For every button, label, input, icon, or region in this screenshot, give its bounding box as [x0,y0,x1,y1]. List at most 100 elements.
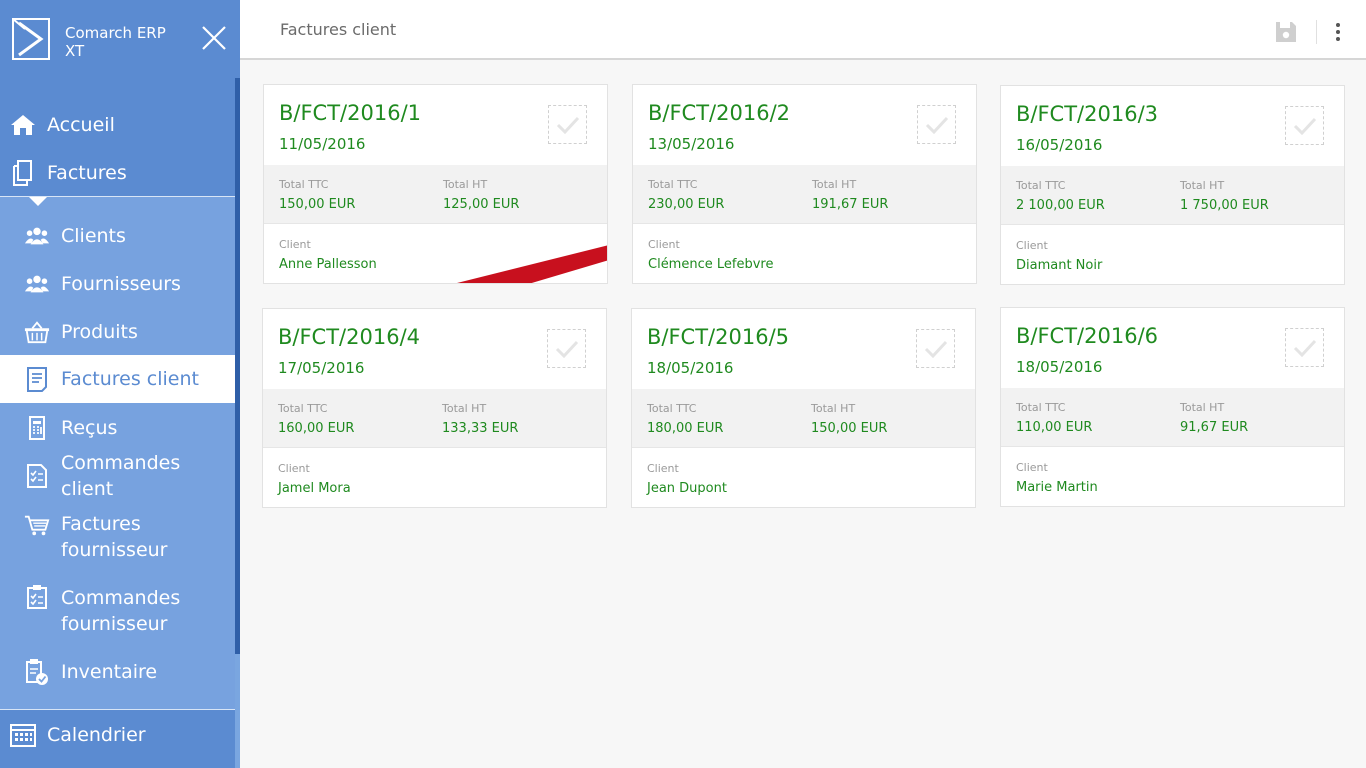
total-ht-value: 91,67 EUR [1180,420,1249,435]
total-ht-label: Total HT [1180,179,1225,192]
invoice-card[interactable]: B/FCT/2016/5 18/05/2016 Total TTC 180,00… [631,308,976,508]
totals-section: Total TTC 160,00 EUR Total HT 133,33 EUR [263,389,606,448]
nav-item-factures-client[interactable]: Factures client [0,355,235,403]
top-bar: Factures client [240,0,1366,60]
invoice-number: B/FCT/2016/2 [648,101,791,125]
check-icon [924,340,947,358]
total-ht-label: Total HT [442,402,487,415]
select-checkbox[interactable] [1285,106,1324,145]
clipboard-icon [24,584,50,610]
totals-section: Total TTC 2 100,00 EUR Total HT 1 750,00… [1001,166,1344,225]
client-name: Anne Pallesson [279,257,377,272]
invoice-date: 13/05/2016 [648,135,735,153]
nav-item-clients[interactable]: Clients [0,222,235,250]
invoice-number: B/FCT/2016/4 [278,325,421,349]
invoice-date: 18/05/2016 [647,359,734,377]
invoice-card[interactable]: B/FCT/2016/1 11/05/2016 Total TTC 150,00… [263,84,608,284]
home-icon [10,112,36,138]
invoice-number: B/FCT/2016/5 [647,325,790,349]
total-ht-value: 1 750,00 EUR [1180,198,1269,213]
nav-item-label: Reçus [61,417,118,439]
total-ttc-value: 150,00 EUR [279,197,356,212]
select-checkbox[interactable] [917,105,956,144]
client-name: Marie Martin [1016,480,1098,495]
check-icon [1293,117,1316,135]
sidebar: Comarch ERP XT Accueil Factures Clients … [0,0,240,768]
nav-item-fournisseurs[interactable]: Fournisseurs [0,270,235,298]
basket-icon [24,319,50,345]
total-ht-value: 191,67 EUR [812,197,889,212]
total-ttc-label: Total TTC [1016,179,1066,192]
nav-item-accueil[interactable]: Accueil [0,108,235,142]
invoice-date: 18/05/2016 [1016,358,1103,376]
total-ttc-value: 2 100,00 EUR [1016,198,1105,213]
client-label: Client [278,462,310,475]
invoice-card[interactable]: B/FCT/2016/3 16/05/2016 Total TTC 2 100,… [1000,85,1345,285]
documents-icon [10,160,36,186]
nav-item-label: Fournisseurs [61,273,181,295]
total-ttc-label: Total TTC [279,178,329,191]
expanded-caret-icon [29,197,47,206]
nav-item-factures[interactable]: Factures [0,156,235,190]
invoice-card[interactable]: B/FCT/2016/6 18/05/2016 Total TTC 110,00… [1000,307,1345,507]
check-icon [925,116,948,134]
save-icon[interactable] [1274,20,1298,44]
check-icon [1293,339,1316,357]
nav-item-produits[interactable]: Produits [0,318,235,346]
checklist-icon [24,463,50,489]
cart-icon [24,512,50,538]
client-name: Clémence Lefebvre [648,257,774,272]
sidebar-scrollbar-thumb[interactable] [235,78,240,654]
nav-item-factures-fournisseur[interactable]: Factures fournisseur [0,510,235,566]
select-checkbox[interactable] [1285,328,1324,367]
select-checkbox[interactable] [547,329,586,368]
nav-item-label: Calendrier [47,724,146,746]
invoice-icon [24,366,50,392]
total-ht-value: 150,00 EUR [811,421,888,436]
select-checkbox[interactable] [548,105,587,144]
nav-item-label: Accueil [47,114,115,136]
total-ht-label: Total HT [812,178,857,191]
totals-section: Total TTC 110,00 EUR Total HT 91,67 EUR [1001,388,1344,447]
nav-item-inventaire[interactable]: Inventaire [0,658,235,686]
invoice-date: 17/05/2016 [278,359,365,377]
total-ht-value: 133,33 EUR [442,421,519,436]
nav-item-commandes-client[interactable]: Commandes client [0,452,235,500]
nav-item-recus[interactable]: Reçus [0,414,235,442]
invoice-date: 16/05/2016 [1016,136,1103,154]
invoice-number: B/FCT/2016/1 [279,101,422,125]
client-name: Jamel Mora [278,481,351,496]
totals-section: Total TTC 230,00 EUR Total HT 191,67 EUR [633,165,976,224]
users-icon [24,271,50,297]
invoice-card[interactable]: B/FCT/2016/2 13/05/2016 Total TTC 230,00… [632,84,977,284]
select-checkbox[interactable] [916,329,955,368]
nav-item-calendrier[interactable]: Calendrier [0,718,235,752]
totals-section: Total TTC 180,00 EUR Total HT 150,00 EUR [632,389,975,448]
invoice-number: B/FCT/2016/3 [1016,102,1159,126]
nav-item-label: Clients [61,225,126,247]
calendar-icon [10,722,36,748]
total-ttc-value: 230,00 EUR [648,197,725,212]
receipt-icon [24,415,50,441]
close-sidebar-button[interactable] [200,24,228,52]
total-ttc-value: 180,00 EUR [647,421,724,436]
client-label: Client [647,462,679,475]
nav-item-label: Commandes fournisseur [61,587,181,635]
client-label: Client [648,238,680,251]
more-options-icon[interactable] [1332,20,1344,44]
total-ttc-value: 110,00 EUR [1016,420,1093,435]
invoice-card[interactable]: B/FCT/2016/4 17/05/2016 Total TTC 160,00… [262,308,607,508]
separator [0,709,235,710]
nav-item-label: Factures [47,162,127,184]
client-label: Client [1016,461,1048,474]
page-title: Factures client [280,20,397,39]
client-label: Client [1016,239,1048,252]
total-ht-label: Total HT [1180,401,1225,414]
nav-item-commandes-fournisseur[interactable]: Commandes fournisseur [0,584,235,640]
nav-item-label: Factures client [61,368,199,390]
sidebar-header: Comarch ERP XT [0,0,240,78]
divider [1316,20,1317,44]
total-ttc-label: Total TTC [278,402,328,415]
inventory-icon [24,659,50,685]
client-name: Diamant Noir [1016,258,1103,273]
